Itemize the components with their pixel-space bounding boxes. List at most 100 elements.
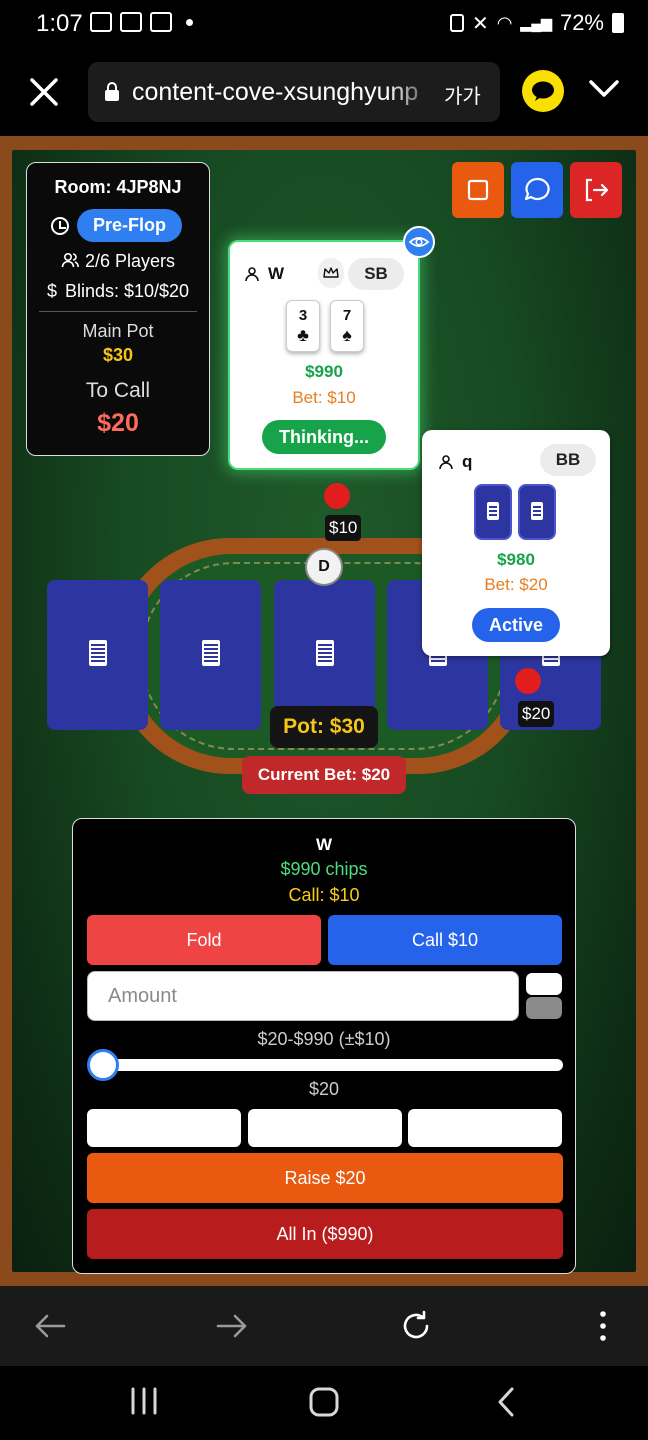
raise-slider-value: $20 (308, 1079, 340, 1099)
url-field[interactable]: content-cove-xsunghyunp 가가 (88, 62, 500, 122)
more-notifications-dot-icon (186, 18, 193, 26)
pot-display: Pot: $30 (270, 706, 378, 748)
phase-badge: Pre-Flop (77, 209, 183, 242)
card-rank: 7 (342, 307, 352, 324)
square-icon (467, 179, 489, 201)
url-fade (388, 62, 438, 122)
bet-chip-icon (515, 668, 541, 694)
seat-q-chips: $980 (497, 550, 535, 569)
seat-q-header: q (438, 452, 472, 472)
fold-button[interactable]: Fold (87, 915, 321, 965)
view-cards-toggle[interactable] (403, 226, 435, 258)
battery-text: 72% (559, 10, 604, 35)
all-in-button[interactable]: All In ($990) (87, 1209, 563, 1259)
seat-w-chips: $990 (305, 362, 343, 381)
card-back-icon (487, 502, 499, 520)
status-system-icons: ✕ ◠ ▂▄▆ 72% (450, 10, 624, 36)
raise-amount-input[interactable]: Amount (87, 971, 519, 1021)
battery-icon (612, 13, 624, 33)
stop-button[interactable] (452, 162, 504, 218)
blinds-row: $ Blinds: $10/$20 (27, 281, 209, 302)
leave-button[interactable] (570, 162, 622, 218)
raise-range-label: $20-$990 (±$10) (257, 1029, 391, 1049)
card-back-icon (531, 502, 543, 520)
gallery-icon (120, 12, 142, 32)
info-divider (39, 311, 197, 312)
dollar-icon: $ (46, 281, 57, 301)
players-count: 2/6 Players (84, 251, 176, 271)
clock-icon (51, 216, 69, 235)
text-size-button[interactable]: 가가 (444, 80, 481, 109)
card-back-icon (89, 640, 107, 666)
action-call-info: Call: $10 (288, 885, 360, 905)
reload-icon[interactable] (398, 1308, 434, 1344)
chat-bubble-icon (532, 81, 554, 101)
close-icon (30, 78, 58, 106)
seat-w-status: Thinking... (262, 420, 386, 454)
eye-icon (408, 237, 430, 247)
raise-slider-thumb[interactable] (87, 1049, 119, 1081)
card-back-icon (202, 640, 220, 666)
status-bar: 1:07 ✕ ◠ ▂▄▆ 72% (0, 0, 648, 48)
ad-icon (150, 12, 172, 32)
close-tab-button[interactable] (26, 74, 62, 110)
preset-button-1[interactable] (87, 1109, 241, 1147)
main-pot-value: $30 (102, 345, 134, 365)
gmail-icon (90, 12, 112, 32)
lock-icon (105, 82, 119, 101)
community-card-2 (160, 580, 261, 730)
card-rank: 3 (298, 307, 308, 324)
crown-icon (323, 267, 339, 278)
home-icon[interactable] (308, 1386, 340, 1418)
seat-w-blind-badge: SB (348, 258, 404, 290)
status-notification-icons (90, 12, 193, 32)
forward-arrow-icon[interactable] (214, 1310, 250, 1342)
raise-slider-track[interactable] (97, 1059, 563, 1071)
hole-card-1: 3 ♣ (286, 300, 320, 352)
user-icon (439, 455, 453, 470)
preset-button-3[interactable] (408, 1109, 562, 1147)
recycle-icon (450, 14, 465, 32)
decrement-button[interactable] (526, 997, 562, 1019)
system-back-icon[interactable] (494, 1386, 518, 1418)
dealer-button: D (305, 548, 343, 586)
back-arrow-icon[interactable] (32, 1310, 68, 1342)
hole-card-2: 7 ♠ (330, 300, 364, 352)
chevron-down-icon[interactable] (588, 76, 620, 100)
browser-toolbar: content-cove-xsunghyunp 가가 (0, 48, 648, 136)
chat-button[interactable] (511, 162, 563, 218)
phase-row: Pre-Flop (51, 209, 183, 242)
action-panel: W $990 chips Call: $10 Fold Call $10 Amo… (72, 818, 576, 1274)
action-player-name: W (315, 835, 333, 854)
current-bet-badge: Current Bet: $20 (242, 756, 406, 794)
seat-w-name: W (268, 264, 285, 283)
signal-icon: ▂▄▆ (520, 14, 552, 31)
to-call-value: $20 (97, 409, 139, 437)
more-menu-icon[interactable] (594, 1308, 612, 1344)
seat-w: W SB 3 ♣ 7 ♠ $990 Bet: $10 Thinking... (228, 240, 420, 470)
hole-card-hidden-1 (474, 484, 512, 540)
seat-w-bet: Bet: $10 (292, 388, 356, 407)
bet-chip-amount-q: $20 (518, 701, 555, 727)
status-time: 1:07 (36, 10, 83, 37)
mute-icon: ✕ (472, 12, 489, 35)
seat-q-bet: Bet: $20 (484, 575, 548, 594)
seat-q-name: q (462, 452, 473, 471)
hole-card-hidden-2 (518, 484, 556, 540)
kakao-button[interactable] (522, 70, 564, 112)
browser-bottom-nav (0, 1286, 648, 1366)
bet-chip-amount-w: $10 (325, 515, 362, 541)
bet-chip-icon (324, 483, 350, 509)
increment-button[interactable] (526, 973, 562, 995)
recent-apps-icon[interactable] (128, 1386, 160, 1416)
players-row: 2/6 Players (27, 251, 209, 272)
community-card-1 (47, 580, 148, 730)
message-circle-icon (524, 177, 550, 201)
main-pot-label: Main Pot (82, 321, 154, 341)
wifi-icon: ◠ (496, 12, 513, 33)
seat-q: q BB $980 Bet: $20 Active (422, 430, 610, 656)
to-call-label: To Call (85, 379, 151, 402)
raise-button[interactable]: Raise $20 (87, 1153, 563, 1203)
preset-button-2[interactable] (248, 1109, 402, 1147)
call-button[interactable]: Call $10 (328, 915, 562, 965)
